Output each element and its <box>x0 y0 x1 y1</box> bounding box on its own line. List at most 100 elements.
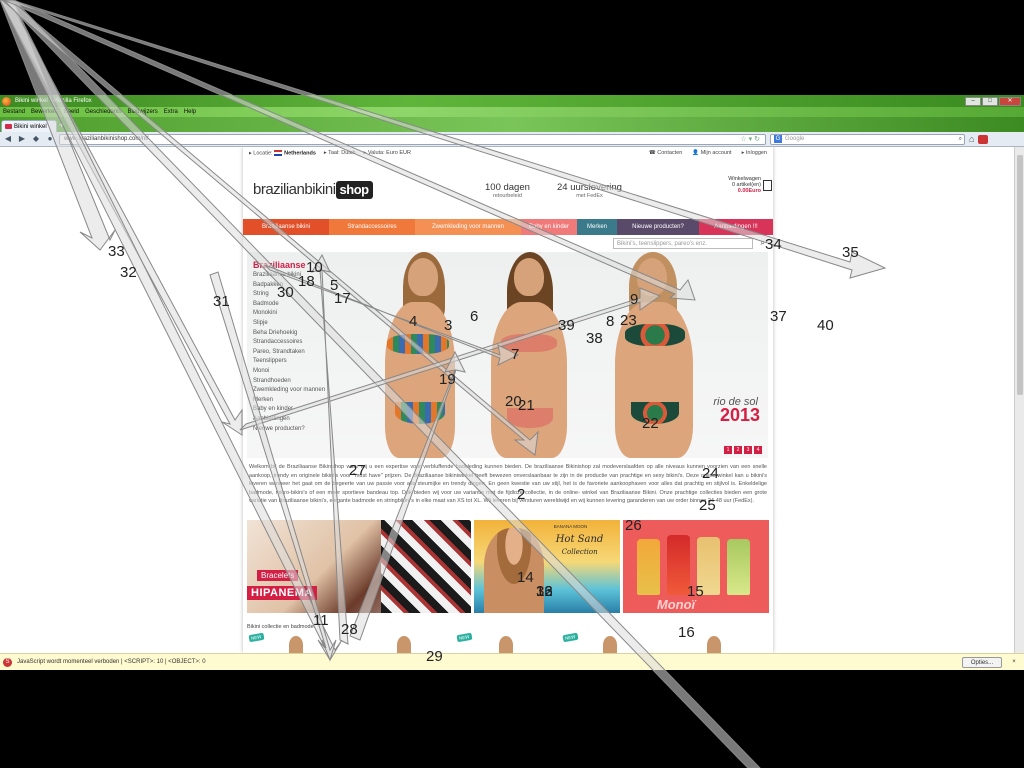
product-thumbnail[interactable] <box>397 636 411 653</box>
category-item[interactable]: Beha Driehoekig <box>253 329 325 339</box>
site-header: brazilianbikini shop 100 dagen retourbelei… <box>243 159 773 219</box>
promo-tiles: Bracelets HIPANEMA BANANA MOON Hot Sand … <box>247 520 770 613</box>
collection-subtitle: Collection <box>561 548 598 556</box>
product-thumbnail[interactable] <box>499 636 513 653</box>
tab-bar: Bikini winkel + <box>0 117 1024 132</box>
welcome-text: Welkom bij de Braziliaanse Bikinishop wa… <box>249 464 767 505</box>
contact-link[interactable]: ☎ Contacten <box>649 150 682 156</box>
bookmark-star-icon[interactable]: ☆▾↻ <box>740 135 765 143</box>
slider-dot[interactable]: 3 <box>744 446 752 454</box>
site-identity-icon[interactable]: ● <box>45 134 55 144</box>
maximize-button[interactable]: □ <box>982 96 998 106</box>
category-list: Braziliaanse Braziliaanse bikini Badpakk… <box>253 259 325 434</box>
category-item[interactable]: Nieuwe producten? <box>253 425 325 435</box>
favicon-icon <box>5 124 12 129</box>
site-container: ▸ Locatie: Netherlands ▸ Taal: Dutch ▸ V… <box>243 147 773 653</box>
search-icon[interactable]: ⌕ <box>959 136 964 143</box>
login-link[interactable]: ▸ Inloggen <box>742 150 767 156</box>
title-bar: Bikini winkel - Mozilla Firefox – □ ✕ <box>0 95 1024 107</box>
nav-aanbiedingen[interactable]: Aanbiedingen !!! <box>699 219 773 235</box>
account-link[interactable]: 👤 Mijn account <box>692 150 731 156</box>
bottle-image <box>726 539 750 595</box>
slider-dot[interactable]: 2 <box>734 446 742 454</box>
new-tab-button[interactable]: + <box>59 120 64 132</box>
category-item[interactable]: Slipje <box>253 319 325 329</box>
category-item[interactable]: Strandhoeden <box>253 377 325 387</box>
bracelets-label: Bracelets <box>257 570 299 581</box>
nav-zwemkleding-mannen[interactable]: Zwemkleding voor mannen <box>415 219 521 235</box>
nav-baby-kinder[interactable]: Baby en kinder <box>521 219 577 235</box>
noscript-icon[interactable]: ◆ <box>31 134 41 144</box>
home-icon[interactable]: ⌂ <box>969 134 974 144</box>
menu-bookmarks[interactable]: Bladwijzers <box>127 109 157 115</box>
close-button[interactable]: ✕ <box>999 96 1021 106</box>
menu-edit[interactable]: Bewerken <box>31 109 58 115</box>
tab-bikini-winkel[interactable]: Bikini winkel <box>1 120 57 132</box>
promo-tile-hipanema[interactable]: Bracelets HIPANEMA <box>247 520 471 613</box>
hipanema-logo: HIPANEMA <box>247 586 317 600</box>
menu-file[interactable]: Bestand <box>3 109 25 115</box>
product-thumbnail[interactable] <box>289 636 303 653</box>
menu-tools[interactable]: Extra <box>164 109 178 115</box>
category-heading: Braziliaanse <box>253 260 306 270</box>
nav-merken[interactable]: Merken <box>577 219 617 235</box>
nav-nieuwe-producten[interactable]: Nieuwe producten? <box>617 219 699 235</box>
scrollbar-thumb[interactable] <box>1017 155 1023 395</box>
back-arrow-icon[interactable]: ◀ <box>3 134 13 144</box>
nav-braziliaanse-bikini[interactable]: Braziliaanse bikini <box>243 219 329 235</box>
category-item[interactable]: Badpakken <box>253 281 325 291</box>
window-controls: – □ ✕ <box>965 96 1024 106</box>
promo-tile-hot-sand[interactable]: BANANA MOON Hot Sand Collection <box>473 520 620 613</box>
site-search-row: Bikini's, teenslippers, pareo's enz. ⌕ <box>243 235 773 251</box>
account-links: ☎ Contacten 👤 Mijn account ▸ Inloggen <box>649 150 767 156</box>
category-item[interactable]: String <box>253 290 325 300</box>
promo-tile-monoi[interactable]: Monoï <box>622 520 770 613</box>
close-notification-icon[interactable]: × <box>1007 659 1021 665</box>
menu-history[interactable]: Geschiedenis <box>85 109 121 115</box>
category-item[interactable]: Aanbiedingen <box>253 415 325 425</box>
forward-arrow-icon[interactable]: ▶ <box>17 134 27 144</box>
banana-moon-logo: BANANA MOON <box>553 524 588 529</box>
category-item[interactable]: Teenslippers <box>253 357 325 367</box>
minimize-button[interactable]: – <box>965 96 981 106</box>
navigation-toolbar: ◀ ▶ ◆ ● www.brazilianbikinishop.com/nl/ … <box>0 132 1024 147</box>
menu-help[interactable]: Help <box>184 109 196 115</box>
page-scrollbar[interactable] <box>1014 147 1024 653</box>
model-image-center <box>479 252 579 458</box>
category-item[interactable]: Braziliaanse bikini <box>253 271 325 281</box>
site-logo[interactable]: brazilianbikini shop <box>253 181 373 199</box>
shopping-bag-icon <box>763 180 772 191</box>
search-bar[interactable]: G Google ⌕ <box>770 133 965 145</box>
hot-sand-title: Hot Sand <box>555 534 604 545</box>
hero-year: 2013 <box>719 405 760 425</box>
category-item[interactable]: Merken <box>253 396 325 406</box>
category-item[interactable]: Baby en kinder <box>253 405 325 415</box>
slider-dot[interactable]: 1 <box>724 446 732 454</box>
location-selector[interactable]: ▸ Locatie: Netherlands <box>249 149 316 156</box>
language-selector[interactable]: ▸ Taal: Dutch <box>324 150 356 156</box>
cart-widget[interactable]: Winkelwagen 0 artikel(en) 0.00Euro <box>728 176 772 194</box>
site-search-icon[interactable]: ⌕ <box>761 238 765 248</box>
menu-view[interactable]: Beeld <box>64 109 79 115</box>
options-button[interactable]: Opties... <box>962 656 1002 668</box>
product-thumbnail[interactable] <box>707 636 721 653</box>
slider-dot[interactable]: 4 <box>754 446 762 454</box>
usp-delivery: 24 uurslevering met FedEx <box>557 182 622 199</box>
category-item[interactable]: Pareo, Strandtaken <box>253 348 325 358</box>
product-thumbnail[interactable] <box>603 636 617 653</box>
adblock-icon[interactable] <box>978 134 989 144</box>
notification-text: JavaScript wordt momenteel verboden | <S… <box>17 659 206 665</box>
category-item[interactable]: Monokini <box>253 309 325 319</box>
model-image <box>483 528 544 613</box>
hero-banner[interactable]: Braziliaanse Braziliaanse bikini Badpakk… <box>247 252 768 458</box>
bottle-image <box>696 537 720 595</box>
google-icon[interactable]: G <box>774 135 782 143</box>
currency-selector[interactable]: ▸ Valuta: Euro EUR <box>364 150 411 156</box>
nav-strandaccessoires[interactable]: Strandaccessoires <box>329 219 415 235</box>
category-item[interactable]: Strandaccessoires <box>253 338 325 348</box>
url-bar[interactable]: www.brazilianbikinishop.com/nl/ ☆▾↻ <box>59 133 766 145</box>
category-item[interactable]: Monoi <box>253 367 325 377</box>
category-item[interactable]: Badmode <box>253 300 325 310</box>
category-item[interactable]: Zwemkleding voor mannen <box>253 386 325 396</box>
site-search-input[interactable]: Bikini's, teenslippers, pareo's enz. <box>613 238 753 249</box>
